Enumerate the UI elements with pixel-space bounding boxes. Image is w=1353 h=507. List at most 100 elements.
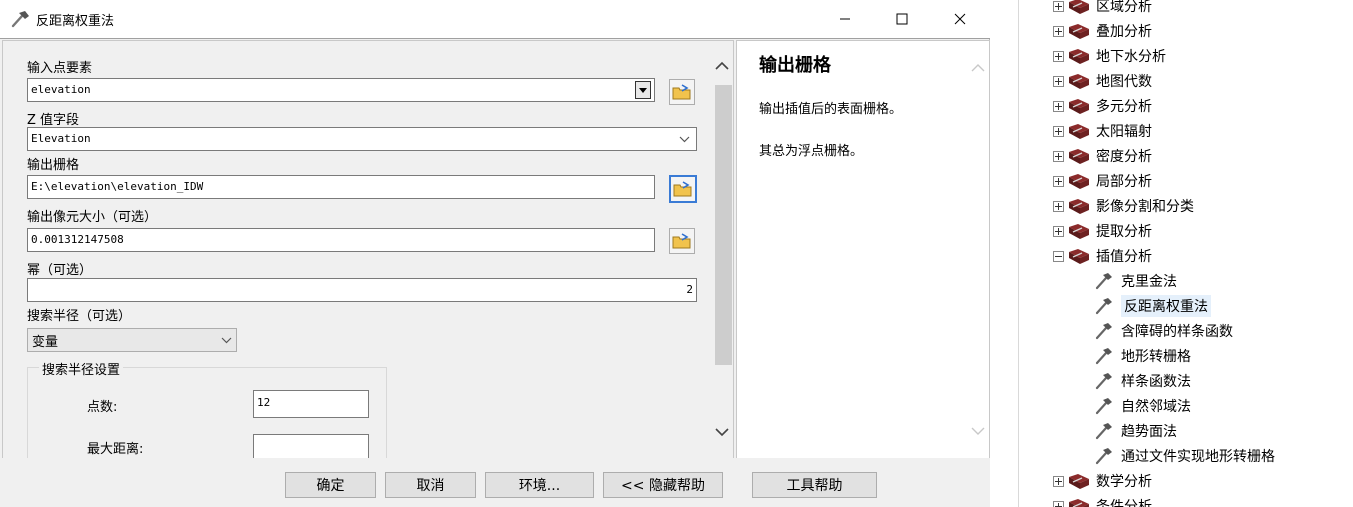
window-title: 反距离权重法	[36, 14, 115, 29]
toolset-label: 太阳辐射	[1096, 124, 1152, 140]
expand-toggle-icon[interactable]	[1053, 250, 1064, 262]
toolset-label: 多元分析	[1096, 99, 1152, 115]
close-button[interactable]	[937, 4, 983, 34]
toolbox-tree: 区域分析 叠加分析 地下水分析 地图代数 多元分析 太阳辐射 密度分析 局部分析…	[1018, 0, 1353, 507]
input-point-browse-button[interactable]	[669, 79, 695, 105]
chevron-up-icon[interactable]	[971, 63, 985, 72]
max-distance-input[interactable]	[253, 434, 369, 458]
toolset-label: 区域分析	[1096, 0, 1152, 15]
tool-node[interactable]: 自然邻域法	[1093, 394, 1191, 418]
toolset-node[interactable]: 地下水分析	[1053, 44, 1166, 68]
expand-toggle-icon[interactable]	[1053, 150, 1064, 162]
toolset-label: 地图代数	[1096, 74, 1152, 90]
expand-toggle-icon[interactable]	[1053, 225, 1064, 237]
points-input[interactable]: 12	[253, 390, 369, 418]
dialog-body: 输入点要素 elevation Z 值字段 Elevation 输出栅格 E:\…	[0, 38, 990, 459]
triangle-down-icon	[639, 87, 647, 93]
power-value: 2	[686, 283, 693, 296]
toolset-node[interactable]: 条件分析	[1053, 494, 1152, 507]
tool-node-selected[interactable]: 反距离权重法	[1093, 294, 1211, 318]
toolset-node[interactable]: 太阳辐射	[1053, 119, 1152, 143]
toolset-node[interactable]: 提取分析	[1053, 219, 1152, 243]
expand-toggle-icon[interactable]	[1053, 50, 1064, 62]
expand-toggle-icon[interactable]	[1053, 175, 1064, 187]
chevron-down-icon[interactable]	[714, 427, 730, 437]
toolset-node[interactable]: 地图代数	[1053, 69, 1152, 93]
z-field-label: Z 值字段	[27, 113, 80, 128]
toolset-node[interactable]: 插值分析	[1053, 244, 1152, 268]
input-point-combo[interactable]: elevation	[27, 78, 655, 102]
folder-open-icon	[673, 181, 692, 197]
toolbox-icon	[1069, 24, 1089, 39]
toolbox-icon	[1069, 99, 1089, 114]
toolset-label: 条件分析	[1096, 499, 1152, 507]
tool-node[interactable]: 样条函数法	[1093, 369, 1191, 393]
toolset-node[interactable]: 数学分析	[1053, 469, 1152, 493]
ok-button[interactable]: 确定	[285, 472, 376, 498]
search-radius-select[interactable]: 变量	[27, 328, 237, 352]
expand-toggle-icon[interactable]	[1053, 100, 1064, 112]
expand-toggle-icon[interactable]	[1053, 200, 1064, 212]
toolset-node[interactable]: 多元分析	[1053, 94, 1152, 118]
dialog-footer: 确定 取消 环境... << 隐藏帮助 工具帮助	[0, 458, 990, 507]
chevron-up-icon[interactable]	[714, 61, 730, 71]
tool-help-button[interactable]: 工具帮助	[752, 472, 877, 498]
expand-toggle-icon[interactable]	[1053, 500, 1064, 507]
hammer-icon	[1095, 298, 1112, 315]
toolbox-icon	[1069, 249, 1089, 264]
toolset-node[interactable]: 密度分析	[1053, 144, 1152, 168]
input-point-label: 输入点要素	[27, 61, 93, 76]
expand-toggle-icon[interactable]	[1053, 125, 1064, 137]
cell-size-label: 输出像元大小（可选）	[27, 210, 158, 225]
expand-toggle-icon[interactable]	[1053, 475, 1064, 487]
parameters-scrollbar[interactable]	[710, 53, 732, 455]
search-radius-label: 搜索半径（可选）	[27, 309, 132, 324]
cell-size-input[interactable]: 0.001312147508	[27, 228, 655, 252]
input-point-value: elevation	[31, 83, 91, 96]
power-input[interactable]: 2	[27, 278, 697, 302]
hide-help-button[interactable]: << 隐藏帮助	[603, 472, 723, 498]
toolset-node[interactable]: 区域分析	[1053, 0, 1152, 18]
points-value: 12	[257, 396, 271, 409]
toolbox-icon	[1069, 124, 1089, 139]
help-panel: 输出栅格 输出插值后的表面栅格。 其总为浮点栅格。	[736, 40, 990, 459]
toolset-label: 数学分析	[1096, 474, 1152, 490]
hammer-icon	[1095, 423, 1112, 440]
input-point-dropdown-button[interactable]	[635, 81, 651, 99]
tool-node[interactable]: 通过文件实现地形转栅格	[1093, 444, 1275, 468]
tool-node[interactable]: 地形转栅格	[1093, 344, 1191, 368]
toolset-node[interactable]: 影像分割和分类	[1053, 194, 1194, 218]
toolset-node[interactable]: 叠加分析	[1053, 19, 1152, 43]
toolbox-icon	[1069, 474, 1089, 489]
output-raster-browse-button[interactable]	[669, 175, 697, 203]
expand-toggle-icon[interactable]	[1053, 0, 1064, 12]
output-raster-input[interactable]: E:\elevation\elevation_IDW	[27, 175, 655, 199]
maximize-button[interactable]	[879, 4, 925, 34]
toolset-label: 局部分析	[1096, 174, 1152, 190]
z-field-value: Elevation	[31, 132, 91, 145]
title-bar[interactable]: 反距离权重法	[0, 0, 990, 38]
tool-label: 趋势面法	[1121, 424, 1177, 440]
close-icon	[954, 13, 966, 25]
chevron-down-icon[interactable]	[971, 427, 985, 436]
cell-size-browse-button[interactable]	[669, 228, 695, 254]
minimize-button[interactable]	[822, 4, 868, 34]
cancel-button[interactable]: 取消	[385, 472, 476, 498]
hammer-icon	[1095, 323, 1112, 340]
expand-toggle-icon[interactable]	[1053, 25, 1064, 37]
hammer-icon	[1095, 398, 1112, 415]
scrollbar-thumb[interactable]	[715, 85, 732, 365]
tool-node[interactable]: 克里金法	[1093, 269, 1177, 293]
environments-button[interactable]: 环境...	[485, 472, 594, 498]
tool-node[interactable]: 含障碍的样条函数	[1093, 319, 1233, 343]
z-field-select[interactable]: Elevation	[27, 127, 697, 151]
points-label: 点数:	[87, 400, 118, 415]
search-radius-value: 变量	[32, 335, 59, 350]
toolset-label: 影像分割和分类	[1096, 199, 1194, 215]
expand-toggle-icon[interactable]	[1053, 75, 1064, 87]
tool-node[interactable]: 趋势面法	[1093, 419, 1177, 443]
tool-label: 含障碍的样条函数	[1121, 324, 1233, 340]
toolset-label: 提取分析	[1096, 224, 1152, 240]
hammer-icon	[1095, 373, 1112, 390]
toolset-node[interactable]: 局部分析	[1053, 169, 1152, 193]
